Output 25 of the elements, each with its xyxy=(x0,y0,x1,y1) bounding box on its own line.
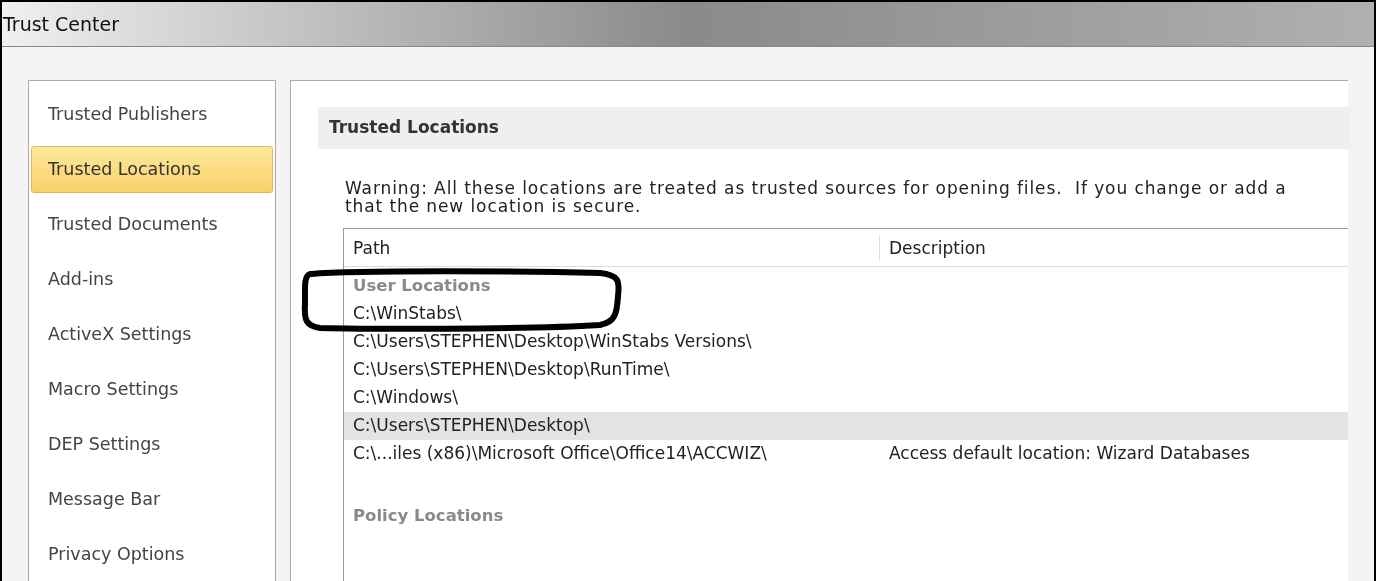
sidebar-item[interactable]: Privacy Options xyxy=(31,531,273,578)
path-cell-text: C:\Windows\ xyxy=(352,386,459,410)
sidebar-item[interactable]: DEP Settings xyxy=(31,421,273,468)
column-header[interactable]: Description xyxy=(880,235,1348,261)
description-cell-text: Access default location: Wizard Databases xyxy=(888,442,1250,466)
sidebar-item[interactable]: Trusted Locations xyxy=(31,146,273,193)
path-cell-text: C:\...iles (x86)\Microsoft Office\Office14\ACCWIZ\ xyxy=(352,442,768,466)
column-header[interactable]: Path xyxy=(344,235,880,261)
warning-text: Warning: All these locations are treated as trusted sources for opening files. If you change or add a xyxy=(345,179,1288,197)
sidebar-item[interactable]: Message Bar xyxy=(31,476,273,523)
warning-text: that the new location is secure. xyxy=(345,197,643,215)
sidebar-item[interactable]: ActiveX Settings xyxy=(31,311,273,358)
window-title: Trust Center xyxy=(2,11,119,37)
group-heading: User Locations xyxy=(352,274,492,297)
path-cell-text: C:\Users\STEPHEN\Desktop\WinStabs Versions\ xyxy=(352,330,753,354)
location-row[interactable]: C:\Users\STEPHEN\Desktop\ xyxy=(344,412,1348,440)
section-title: Trusted Locations xyxy=(329,116,499,140)
sidebar-item[interactable]: Trusted Documents xyxy=(31,201,273,248)
path-cell-text: C:\Users\STEPHEN\Desktop\RunTime\ xyxy=(352,358,671,382)
sidebar-item[interactable]: Macro Settings xyxy=(31,366,273,413)
sidebar-item[interactable]: Add-ins xyxy=(31,256,273,303)
group-heading: Policy Locations xyxy=(352,504,505,527)
sidebar-item[interactable]: Trusted Publishers xyxy=(31,91,273,138)
path-cell-text: C:\WinStabs\ xyxy=(352,302,463,326)
path-cell-text: C:\Users\STEPHEN\Desktop\ xyxy=(352,414,591,438)
